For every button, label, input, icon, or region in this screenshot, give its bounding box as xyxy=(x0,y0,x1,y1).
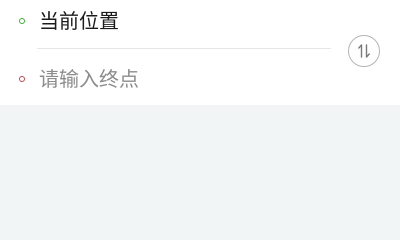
start-point-dot-icon xyxy=(19,18,25,24)
end-point-dot-icon xyxy=(19,76,25,82)
swap-route-button[interactable] xyxy=(348,35,380,67)
field-divider xyxy=(37,48,331,49)
route-input-card: 当前位置 请输入终点 xyxy=(0,0,400,105)
content-area xyxy=(0,105,400,225)
destination-input[interactable]: 请输入终点 xyxy=(39,67,139,91)
origin-field[interactable]: 当前位置 xyxy=(39,9,119,33)
swap-arrows-icon xyxy=(358,44,370,58)
